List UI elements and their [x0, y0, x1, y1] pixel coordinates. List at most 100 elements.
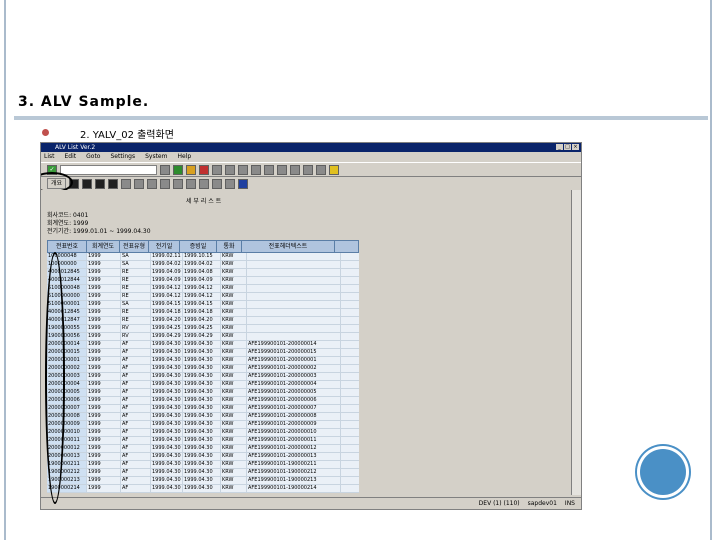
maximize-button[interactable]: □: [564, 144, 571, 150]
table-row[interactable]: 5100000048 1999 RE 1999.04.12 1999.04.12 KRW: [47, 285, 359, 293]
col-header[interactable]: 전표유형: [120, 241, 149, 252]
table-row[interactable]: 4000012845 1999 RE 1999.04.18 1999.04.18 KRW: [47, 309, 359, 317]
table-row[interactable]: 4000012847 1999 RE 1999.04.20 1999.04.20 KRW: [47, 317, 359, 325]
menu-goto[interactable]: Goto: [86, 152, 100, 162]
table-cell: 1999: [87, 269, 121, 276]
table-row[interactable]: 100000048 1999 SA 1999.02.11 1999.10.15 KRW: [47, 253, 359, 261]
sum-icon[interactable]: [173, 178, 184, 189]
frame-right-line: [710, 0, 712, 540]
table-cell: SA: [121, 261, 151, 268]
back-icon[interactable]: [173, 164, 183, 175]
col-header[interactable]: 전표헤더텍스트: [242, 241, 335, 252]
table-row[interactable]: 2000000008 1999 AF 1999.04.30 1999.04.30 KRW A…: [47, 413, 359, 421]
table-cell: KRW: [221, 485, 247, 492]
col-header[interactable]: 전표번호: [48, 241, 87, 252]
find-next-icon[interactable]: [238, 164, 248, 175]
layout-icon[interactable]: [199, 178, 210, 189]
help-icon[interactable]: [329, 164, 339, 175]
prev-icon[interactable]: [82, 178, 93, 189]
table-cell: 1999.04.30: [183, 357, 221, 364]
table-row[interactable]: 2000000003 1999 AF 1999.04.30 1999.04.30 KRW A…: [47, 373, 359, 381]
print-icon[interactable]: [212, 164, 222, 175]
vertical-scrollbar[interactable]: [571, 190, 581, 495]
first-page-icon[interactable]: [251, 164, 261, 175]
table-row[interactable]: 2000000013 1999 AF 1999.04.30 1999.04.30 KRW A…: [47, 453, 359, 461]
table-cell: 1999.04.30: [151, 341, 183, 348]
menu-settings[interactable]: Settings: [110, 152, 135, 162]
col-header[interactable]: 통화: [217, 241, 242, 252]
table-cell: 1999.02.11: [151, 253, 183, 260]
table-cell: 1999.04.09: [151, 269, 183, 276]
command-field[interactable]: [60, 164, 157, 175]
table-cell: KRW: [221, 461, 247, 468]
table-row[interactable]: 5100000001 1999 SA 1999.04.15 1999.04.15 KRW: [47, 301, 359, 309]
table-row[interactable]: 2000000009 1999 AF 1999.04.30 1999.04.30 KRW A…: [47, 421, 359, 429]
minimize-button[interactable]: _: [556, 144, 563, 150]
table-row[interactable]: 2000000014 1999 AF 1999.04.30 1999.04.30 KRW A…: [47, 341, 359, 349]
filter-icon[interactable]: [160, 178, 171, 189]
last-page-icon[interactable]: [290, 164, 300, 175]
table-cell: 1999: [87, 357, 121, 364]
shortcut-icon[interactable]: [316, 164, 326, 175]
table-cell: 1999: [87, 373, 121, 380]
table-row[interactable]: 1900000211 1999 AF 1999.04.30 1999.04.30 KRW A…: [47, 461, 359, 469]
exit-icon[interactable]: [186, 164, 196, 175]
table-cell: KRW: [221, 277, 247, 284]
sort-desc-icon[interactable]: [147, 178, 158, 189]
table-row[interactable]: 2000000006 1999 AF 1999.04.30 1999.04.30 KRW A…: [47, 397, 359, 405]
info-icon[interactable]: [238, 178, 249, 189]
last-icon[interactable]: [108, 178, 119, 189]
table-row[interactable]: 4000012844 1999 RE 1999.04.09 1999.04.09 KRW: [47, 277, 359, 285]
col-header[interactable]: 전기일: [149, 241, 180, 252]
table-cell: 1999: [87, 341, 121, 348]
col-header[interactable]: 증빙일: [180, 241, 217, 252]
sort-asc-icon[interactable]: [134, 178, 145, 189]
prev-page-icon[interactable]: [264, 164, 274, 175]
new-session-icon[interactable]: [303, 164, 313, 175]
table-row[interactable]: 2000000004 1999 AF 1999.04.30 1999.04.30 KRW A…: [47, 381, 359, 389]
table-cell: AF: [121, 389, 151, 396]
menu-help[interactable]: Help: [177, 152, 191, 162]
table-row[interactable]: 2000000015 1999 AF 1999.04.30 1999.04.30 KRW A…: [47, 349, 359, 357]
table-row[interactable]: 1900000213 1999 AF 1999.04.30 1999.04.30 KRW A…: [47, 477, 359, 485]
table-row[interactable]: 2000000002 1999 AF 1999.04.30 1999.04.30 KRW A…: [47, 365, 359, 373]
table-row[interactable]: 2000000005 1999 AF 1999.04.30 1999.04.30 KRW A…: [47, 389, 359, 397]
table-cell: KRW: [221, 333, 247, 340]
table-row[interactable]: 100000000 1999 SA 1999.04.02 1999.04.02 KRW: [47, 261, 359, 269]
table-row[interactable]: 2000000012 1999 AF 1999.04.30 1999.04.30 KRW A…: [47, 445, 359, 453]
table-cell: 1999.04.08: [183, 269, 221, 276]
table-cell: AFE199900101-190000211: [247, 461, 341, 468]
table-cell: 1999: [87, 421, 121, 428]
table-row[interactable]: 1900000055 1999 RV 1999.04.25 1999.04.25 KRW: [47, 325, 359, 333]
find-icon[interactable]: [225, 164, 235, 175]
table-row[interactable]: 1900000214 1999 AF 1999.04.30 1999.04.30 KRW A…: [47, 485, 359, 493]
col-header[interactable]: 회계연도: [87, 241, 120, 252]
table-row[interactable]: 2000000010 1999 AF 1999.04.30 1999.04.30 KRW A…: [47, 429, 359, 437]
table-cell: 1999: [87, 445, 121, 452]
table-cell: SA: [121, 253, 151, 260]
table-row[interactable]: 5100000000 1999 RE 1999.04.12 1999.04.12 KRW: [47, 293, 359, 301]
cancel-icon[interactable]: [199, 164, 209, 175]
close-button[interactable]: ×: [572, 144, 579, 150]
table-row[interactable]: 1900000056 1999 RV 1999.04.29 1999.04.29 KRW: [47, 333, 359, 341]
menu-system[interactable]: System: [145, 152, 167, 162]
table-cell: 1999.04.09: [151, 277, 183, 284]
save-icon[interactable]: [160, 164, 170, 175]
export-icon[interactable]: [212, 178, 223, 189]
graphic-icon[interactable]: [225, 178, 236, 189]
menu-list[interactable]: List: [44, 152, 55, 162]
menu-edit[interactable]: Edit: [65, 152, 77, 162]
next-page-icon[interactable]: [277, 164, 287, 175]
table-row[interactable]: 4000012845 1999 RE 1999.04.09 1999.04.08 KRW: [47, 269, 359, 277]
details-icon[interactable]: [121, 178, 132, 189]
table-cell: SA: [121, 301, 151, 308]
next-icon[interactable]: [95, 178, 106, 189]
table-row[interactable]: 2000000007 1999 AF 1999.04.30 1999.04.30 KRW A…: [47, 405, 359, 413]
table-row[interactable]: 1900000212 1999 AF 1999.04.30 1999.04.30 KRW A…: [47, 469, 359, 477]
table-row[interactable]: 2000000011 1999 AF 1999.04.30 1999.04.30 KRW A…: [47, 437, 359, 445]
table-cell: AF: [121, 349, 151, 356]
table-cell: 1999: [87, 277, 121, 284]
table-cell: 1999: [87, 389, 121, 396]
subtotal-icon[interactable]: [186, 178, 197, 189]
table-row[interactable]: 2000000001 1999 AF 1999.04.30 1999.04.30 KRW A…: [47, 357, 359, 365]
